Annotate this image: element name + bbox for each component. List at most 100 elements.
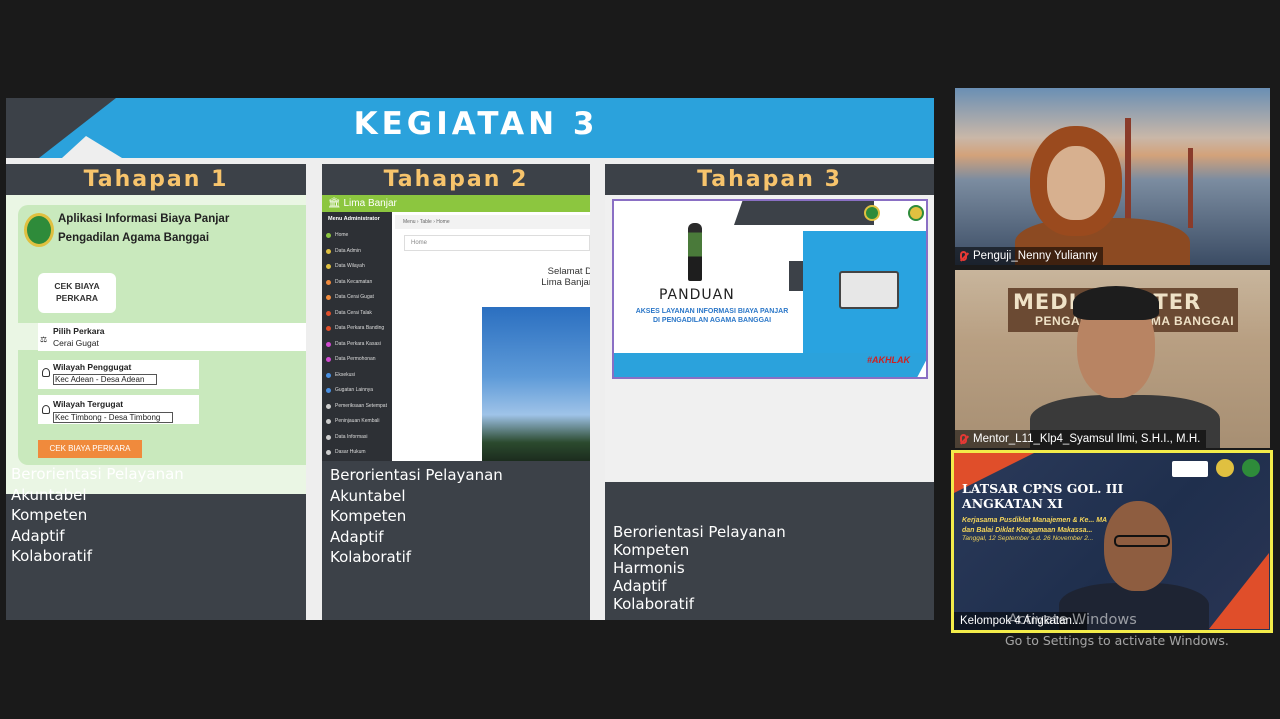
cover-dark-band [734,201,874,225]
bg-title-line1: LATSAR CPNS GOL. III [962,481,1124,496]
panel-heading: Tahapan 3 [697,167,842,192]
value-item: Kolaboratif [613,595,695,613]
value-item: Adaptif [11,526,65,545]
panel-tahapan-1: Tahapan 1 Aplikasi Informasi Biaya Panja… [6,164,306,620]
participant-hair [1073,286,1159,320]
wilayah-tergugat-input: Kec Timbong - Desa Timbong [53,412,173,423]
bg-title-line2: ANGKATAN XI [962,496,1063,511]
core-values-list: Berorientasi Pelayanan Akuntabel Kompete… [330,465,503,568]
scale-icon: ⚖ [40,335,48,344]
sidebar-item: Data Kecamatan [322,275,392,291]
pilih-perkara-label: Pilih Perkara [53,326,105,336]
mic-muted-icon [960,434,967,444]
app-screenshot-2: 🏛 Lima Banjar Menu Administrator Home Da… [322,195,590,461]
participant-name-label: Mentor_L11_Klp4_Syamsul Ilmi, S.H.I., M.… [955,430,1207,448]
sidebar-item: Gugatan Lainnya [322,383,392,399]
participant-name: Mentor_L11_Klp4_Syamsul Ilmi, S.H.I., M.… [973,433,1201,445]
sidebar-item: Data Wilayah [322,259,392,275]
pilih-perkara-value: Cerai Gugat [53,338,99,348]
bpsdm-logo [1172,461,1208,477]
sidebar-item: Pemeriksaan Setempat [322,399,392,415]
admin-sidebar: Menu Administrator Home Data Admin Data … [322,212,392,461]
value-item: Adaptif [330,527,384,546]
value-item: Kompeten [613,541,690,559]
cek-bubble-line1: CEK BIAYA [54,281,100,291]
participant-name-label: Penguji_Nenny Yulianny [955,247,1104,265]
guide-subtitle-line1: AKSES LAYANAN INFORMASI BIAYA PANJAR [635,308,789,315]
cek-biaya-perkara-button: CEK BIAYA PERKARA [38,440,142,458]
wilayah-penggugat-input: Kec Adean - Desa Adean [53,374,157,385]
seal-icon [1242,459,1260,477]
building-photo [482,307,590,461]
person-icon [688,223,702,281]
video-tile-kelompok-4[interactable]: LATSAR CPNS GOL. III ANGKATAN XI Kerjasa… [951,450,1273,633]
sidebar-item: Data Informasi [322,430,392,446]
shared-slide: KEGIATAN 3 Tahapan 1 Aplikasi Informasi … [6,98,934,620]
panel-heading: Tahapan 2 [383,167,529,192]
welcome-line2: Lima Banjar [541,277,590,288]
sidebar-item: Eksekusi [322,368,392,384]
activate-windows-subtitle: Go to Settings to activate Windows. [1005,633,1229,648]
glasses-icon [1114,535,1170,547]
panel-tahapan-2: Tahapan 2 🏛 Lima Banjar Menu Administrat… [322,164,590,620]
value-item: Kolaboratif [11,547,93,565]
wilayah-tergugat-label: Wilayah Tergugat [53,399,124,409]
cek-biaya-bubble: CEK BIAYA PERKARA [38,273,116,313]
app-title-line2: Pengadilan Agama Banggai [58,232,210,244]
mic-muted-icon [960,251,967,261]
sidebar-item: Data Cerai Gugat [322,290,392,306]
value-item: Berorientasi Pelayanan [613,523,786,541]
guide-title: PANDUAN [659,287,735,303]
court-logo-icon [24,213,54,247]
sidebar-item: Data Perkara Banding [322,321,392,337]
participant-name: Penguji_Nenny Yulianny [973,250,1098,262]
bg-date: Tanggal, 12 September s.d. 26 November 2… [962,535,1094,542]
video-tile-penguji[interactable]: Penguji_Nenny Yulianny [955,88,1270,265]
laptop-icon [839,271,899,309]
emblem-icon [908,205,924,221]
guide-preview: PANDUAN AKSES LAYANAN INFORMASI BIAYA PA… [605,195,934,482]
value-item: Berorientasi Pelayanan [11,465,184,483]
slide-header: KEGIATAN 3 [6,98,934,158]
bank-icon: 🏛 [328,198,344,209]
value-item: Kompeten [11,506,88,524]
meeting-window: KEGIATAN 3 Tahapan 1 Aplikasi Informasi … [0,0,1280,719]
sidebar-item: Data Cerai Talak [322,306,392,322]
guide-subtitle-line2: DI PENGADILAN AGAMA BANGGAI [652,317,772,324]
sidebar-item: Home [322,228,392,244]
sidebar-item: Dasar Hukum [322,445,392,461]
bridge-tower [1125,118,1131,228]
cek-bubble-line2: PERKARA [55,293,99,303]
menu-title: Menu Administrator [328,216,380,222]
seal-icon [864,205,880,221]
cover-dark-tab [789,261,803,291]
sidebar-item: Peninjauan Kembali [322,414,392,430]
akhlak-tag: #AKHLAK [867,355,911,365]
value-item: Adaptif [613,577,667,595]
breadcrumb: Menu › Table › Home [395,215,590,229]
guide-subtitle: AKSES LAYANAN INFORMASI BIAYA PANJAR DI … [622,307,802,325]
value-item: Kolaboratif [330,548,412,566]
home-heading: Home [404,235,590,251]
sidebar-item: Data Admin [322,244,392,260]
participant-face [1047,146,1105,220]
bg-title: LATSAR CPNS GOL. III ANGKATAN XI [962,481,1123,511]
welcome-text: Selamat D Lima Banjar [492,266,590,288]
emblem-icon [1216,459,1234,477]
value-item: Akuntabel [11,485,87,504]
app-screenshot-1: Aplikasi Informasi Biaya Panjar Pengadil… [6,195,306,494]
sidebar-item: Data Perkara Kasasi [322,337,392,353]
video-tile-mentor[interactable]: MEDIA CENTER PENGADILAN AGAMA BANGGAI Me… [955,270,1270,448]
bg-subtitle: Kerjasama Pusdiklat Manajemen & Ke... MA… [962,516,1107,536]
value-item: Kompeten [330,507,407,525]
app-title-line1: Aplikasi Informasi Biaya Panjar [58,213,230,225]
user-icon [42,368,50,377]
bridge-tower [1188,148,1193,228]
panel-heading: Tahapan 1 [83,167,229,192]
app-title: Aplikasi Informasi Biaya Panjar Pengadil… [58,210,229,248]
core-values-list: Berorientasi Pelayanan Kompeten Harmonis… [613,523,786,613]
welcome-line1: Selamat D [547,266,590,277]
wilayah-penggugat-label: Wilayah Penggugat [53,362,132,372]
value-item: Berorientasi Pelayanan [330,466,503,484]
core-values-list: Berorientasi Pelayanan Akuntabel Kompete… [11,464,184,567]
